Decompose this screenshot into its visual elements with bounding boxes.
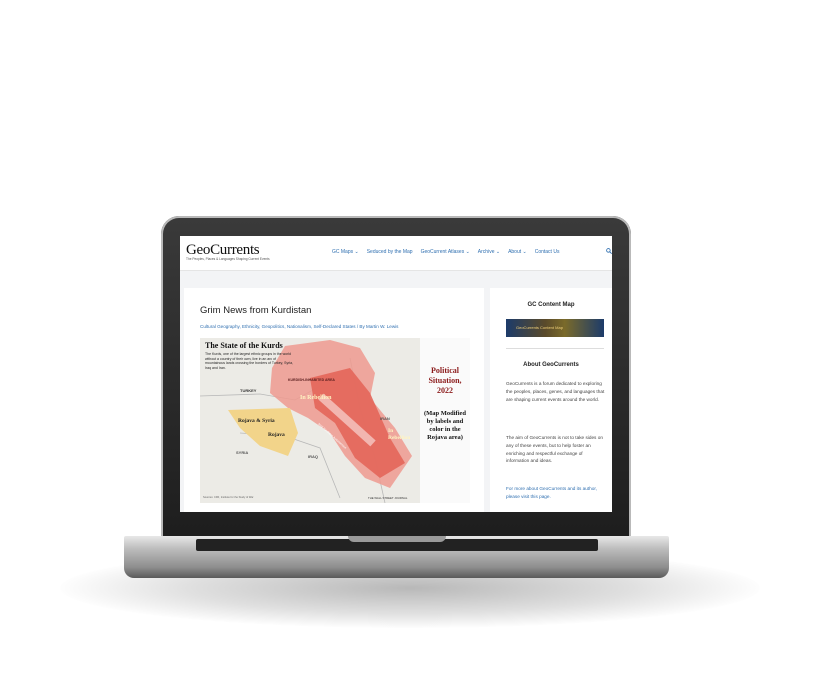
- label-iraq: IRAQ: [308, 454, 318, 459]
- label-rojava: Rojava: [268, 432, 285, 438]
- laptop-screen: GeoCurrents The Peoples, Places & Langua…: [180, 236, 612, 512]
- label-rojava-syria: Rojava & Syria: [238, 418, 275, 424]
- map-side-note: (Map Modified by labels and color in the…: [423, 410, 467, 441]
- sidebar-divider: [506, 348, 604, 349]
- content-map-banner-text: GeoCurrents Content Map: [516, 325, 563, 330]
- label-syria: SYRIA: [236, 450, 249, 455]
- nav-item-about[interactable]: About ⌄: [508, 249, 527, 255]
- label-kurdish-area: KURDISH-INHABITED AREA: [288, 378, 335, 382]
- content-map-title: GC Content Map: [527, 302, 575, 308]
- site-header: GeoCurrents The Peoples, Places & Langua…: [180, 236, 612, 271]
- main-nav: GC Maps ⌄ Seduced by the Map GeoCurrent …: [332, 249, 567, 255]
- search-icon[interactable]: [606, 248, 612, 256]
- about-paragraph-2: The aim of GeoCurrents is not to take si…: [506, 435, 603, 464]
- nav-item-seduced-by-the-map[interactable]: Seduced by the Map: [367, 249, 413, 255]
- nav-item-archive[interactable]: Archive ⌄: [478, 249, 500, 255]
- content-map-banner[interactable]: GeoCurrents Content Map: [506, 319, 604, 337]
- map-credit: THE WALL STREET JOURNAL: [368, 496, 408, 500]
- sidebar: GC Content Map GeoCurrents Content Map A…: [490, 288, 612, 512]
- article-card: Grim News from Kurdistan Cultural Geogra…: [184, 288, 484, 512]
- label-in-rebellion-1: In Rebellion: [300, 395, 332, 401]
- kurdistan-map: The State of the Kurds The Kurds, one of…: [200, 338, 470, 503]
- site-tagline: The Peoples, Places & Languages Shaping …: [186, 257, 270, 261]
- nav-item-contact[interactable]: Contact Us: [535, 249, 560, 255]
- map-heading: The State of the Kurds: [205, 341, 283, 350]
- about-link[interactable]: For more about GeoCurrents and its autho…: [506, 485, 606, 501]
- nav-item-gc-maps[interactable]: GC Maps ⌄: [332, 249, 359, 255]
- article-title[interactable]: Grim News from Kurdistan: [200, 305, 311, 316]
- map-source: Sources: CFR, Institute for the Study of…: [203, 496, 254, 499]
- label-turkey: TURKEY: [240, 388, 257, 393]
- nav-item-atlases[interactable]: GeoCurrent Atlases ⌄: [421, 249, 470, 255]
- label-in-rebellion-2: In Rebellion: [388, 428, 411, 441]
- map-intro: The Kurds, one of the largest ethnic gro…: [205, 352, 294, 370]
- article-meta[interactable]: Cultural Geography, Ethnicity, Geopoliti…: [200, 324, 398, 329]
- about-paragraph-1: GeoCurrents is a forum dedicated to expl…: [506, 381, 605, 402]
- laptop-notch: [348, 536, 446, 542]
- label-iran: IRAN: [380, 416, 390, 421]
- map-side-title: Political Situation, 2022: [428, 366, 462, 395]
- about-title: About GeoCurrents: [523, 362, 579, 368]
